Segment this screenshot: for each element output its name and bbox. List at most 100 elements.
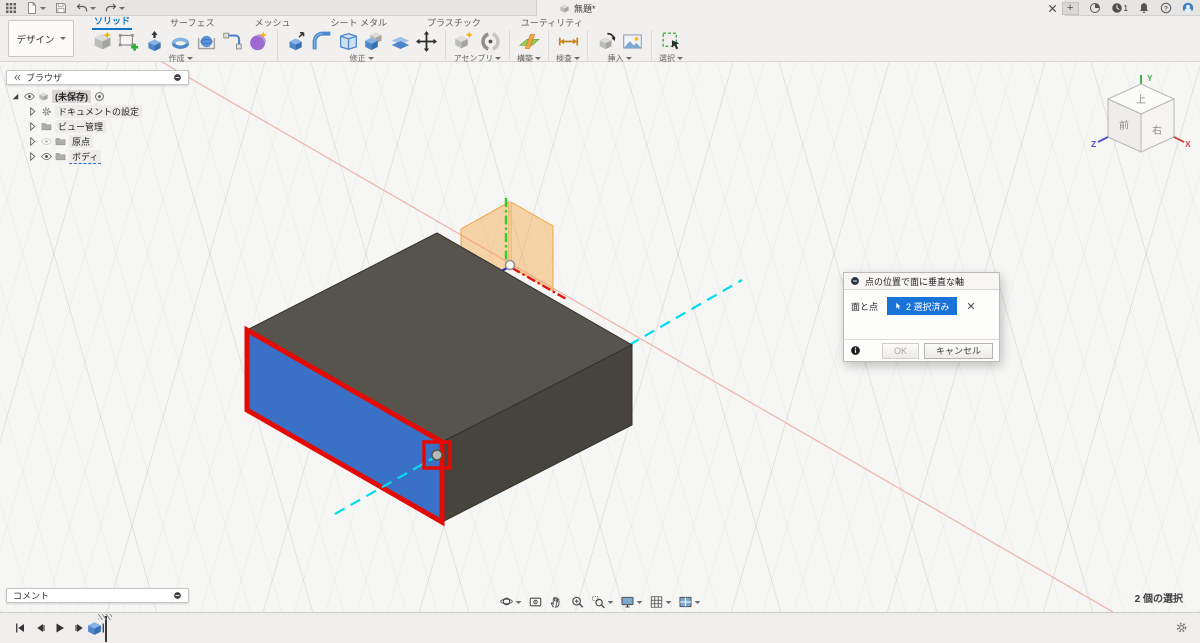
ribbon-group-dropdown[interactable]: 挿入 bbox=[608, 53, 632, 64]
viewports-button[interactable] bbox=[679, 595, 701, 609]
info-icon[interactable] bbox=[850, 345, 861, 356]
grid-settings-button[interactable] bbox=[650, 595, 672, 609]
save-button[interactable] bbox=[55, 2, 67, 15]
profile-button[interactable] bbox=[1182, 2, 1194, 15]
origin-plane-xy[interactable] bbox=[510, 201, 554, 292]
expander-closed-icon[interactable] bbox=[27, 121, 38, 132]
play-button[interactable] bbox=[54, 621, 66, 634]
help-button[interactable]: ? bbox=[1160, 2, 1172, 15]
press-pull-button[interactable] bbox=[285, 30, 308, 52]
caret-down-icon bbox=[495, 57, 502, 60]
visibility-eye-icon[interactable] bbox=[41, 136, 52, 147]
skip-start-button[interactable] bbox=[14, 621, 26, 634]
form-button[interactable] bbox=[247, 30, 270, 52]
ribbon-tab-0[interactable]: ソリッド bbox=[92, 14, 133, 30]
split-body-button[interactable] bbox=[389, 30, 412, 52]
look-at-button[interactable] bbox=[529, 595, 543, 609]
canvas-button[interactable] bbox=[621, 30, 644, 52]
measure-icon bbox=[558, 31, 579, 52]
notifications-button[interactable] bbox=[1138, 2, 1150, 15]
display-settings-button[interactable] bbox=[621, 595, 643, 609]
browser-item-3[interactable]: 原点 bbox=[6, 134, 142, 149]
dialog-titlebar[interactable]: 点の位置で面に垂直な軸 bbox=[844, 273, 999, 290]
comments-panel-header[interactable]: コメント bbox=[6, 588, 189, 603]
ribbon-tab-1[interactable]: サーフェス bbox=[168, 16, 216, 30]
timeline-feature-box[interactable] bbox=[86, 620, 103, 637]
browser-item-1[interactable]: ドキュメントの設定 bbox=[6, 104, 143, 119]
browser-item-4[interactable]: ボディ bbox=[6, 149, 142, 164]
visibility-eye-icon[interactable] bbox=[41, 151, 52, 162]
job-status-button[interactable]: 1 bbox=[1111, 2, 1128, 15]
model-viewport[interactable]: ブラウザ (未保存) ドキュメントの設定 ビュー管理 原点 ボディ コメント 点の位置で… bbox=[0, 62, 1200, 612]
document-cube-icon bbox=[559, 3, 570, 14]
cancel-button[interactable]: キャンセル bbox=[923, 342, 993, 359]
ribbon-tabs: ソリッド サーフェス メッシュ シート メタル プラスチック ユーティリティ bbox=[92, 14, 585, 30]
timeline-scrubber[interactable] bbox=[98, 614, 112, 642]
zoom-window-button[interactable] bbox=[592, 595, 614, 609]
measure-button[interactable] bbox=[557, 30, 580, 52]
revolve-button[interactable] bbox=[169, 30, 192, 52]
workspace-selector[interactable]: デザイン bbox=[8, 20, 74, 57]
pan-button[interactable] bbox=[550, 595, 564, 609]
ribbon-group-dropdown[interactable]: 作成 bbox=[169, 53, 193, 64]
tab-add-button[interactable]: + bbox=[1061, 1, 1079, 15]
origin-point[interactable] bbox=[504, 259, 516, 271]
orbit-button[interactable] bbox=[500, 595, 522, 609]
activate-component-icon[interactable] bbox=[94, 91, 105, 102]
zoom-button[interactable] bbox=[571, 595, 585, 609]
selected-point-marker[interactable] bbox=[431, 449, 443, 461]
ribbon-group-dropdown[interactable]: 修正 bbox=[350, 53, 374, 64]
new-component-button[interactable] bbox=[453, 30, 476, 52]
document-tab[interactable]: 無題* bbox=[536, 0, 1066, 16]
selection-chip[interactable]: 2 選択済み bbox=[887, 297, 957, 315]
navigation-toolbar bbox=[500, 595, 701, 609]
file-new-button[interactable] bbox=[26, 2, 46, 15]
create-solid-button[interactable] bbox=[91, 30, 114, 52]
combine-button[interactable] bbox=[363, 30, 386, 52]
extensions-button[interactable] bbox=[1089, 2, 1101, 15]
move-button[interactable] bbox=[415, 30, 438, 52]
sphere-button[interactable] bbox=[195, 30, 218, 52]
ribbon-group-dropdown[interactable]: 選択 bbox=[659, 53, 683, 64]
ok-button[interactable]: OK bbox=[881, 342, 919, 359]
ribbon-tab-4[interactable]: プラスチック bbox=[425, 16, 483, 30]
construct-plane-button[interactable] bbox=[518, 30, 541, 52]
pipe-button[interactable] bbox=[221, 30, 244, 52]
joint-button[interactable] bbox=[479, 30, 502, 52]
expander-closed-icon[interactable] bbox=[27, 136, 38, 147]
expander-closed-icon[interactable] bbox=[27, 106, 38, 117]
ribbon-tab-3[interactable]: シート メタル bbox=[329, 16, 390, 30]
ribbon-group-dropdown[interactable]: 構築 bbox=[517, 53, 541, 64]
insert-mesh-button[interactable] bbox=[595, 30, 618, 52]
browser-panel-header[interactable]: ブラウザ bbox=[6, 70, 189, 85]
combine-icon bbox=[364, 31, 385, 52]
step-forward-button[interactable] bbox=[74, 621, 86, 634]
fillet-button[interactable] bbox=[311, 30, 334, 52]
app-grid-button[interactable] bbox=[5, 2, 17, 15]
browser-item-0[interactable]: (未保存) bbox=[6, 89, 142, 104]
collapse-panel-icon[interactable] bbox=[13, 73, 22, 82]
ribbon-tab-2[interactable]: メッシュ bbox=[252, 16, 292, 30]
redo-button[interactable] bbox=[105, 2, 125, 15]
ribbon-group-dropdown[interactable]: 検査 bbox=[556, 53, 580, 64]
ribbon-tab-5[interactable]: ユーティリティ bbox=[519, 16, 585, 30]
create-sketch-button[interactable] bbox=[117, 30, 140, 52]
shell-icon bbox=[338, 31, 359, 52]
undo-button[interactable] bbox=[76, 2, 96, 15]
step-back-button[interactable] bbox=[34, 621, 46, 634]
select-button[interactable] bbox=[660, 30, 683, 52]
clear-selection-icon[interactable] bbox=[966, 301, 976, 311]
comments-panel-title: コメント bbox=[13, 591, 50, 601]
panel-options-icon[interactable] bbox=[173, 73, 182, 82]
shell-button[interactable] bbox=[337, 30, 360, 52]
expander-open-icon[interactable] bbox=[10, 91, 21, 102]
ribbon-group-dropdown[interactable]: アセンブリ bbox=[454, 53, 502, 64]
browser-item-2[interactable]: ビュー管理 bbox=[6, 119, 142, 134]
timeline-settings-gear-icon[interactable] bbox=[1175, 621, 1188, 634]
panel-options-icon[interactable] bbox=[173, 591, 182, 600]
visibility-eye-icon[interactable] bbox=[24, 91, 35, 102]
close-tab-icon[interactable] bbox=[1047, 3, 1058, 14]
expander-closed-icon[interactable] bbox=[27, 151, 38, 162]
view-cube[interactable]: Y 上 前 右 Z X bbox=[1090, 72, 1192, 164]
extrude-button[interactable] bbox=[143, 30, 166, 52]
